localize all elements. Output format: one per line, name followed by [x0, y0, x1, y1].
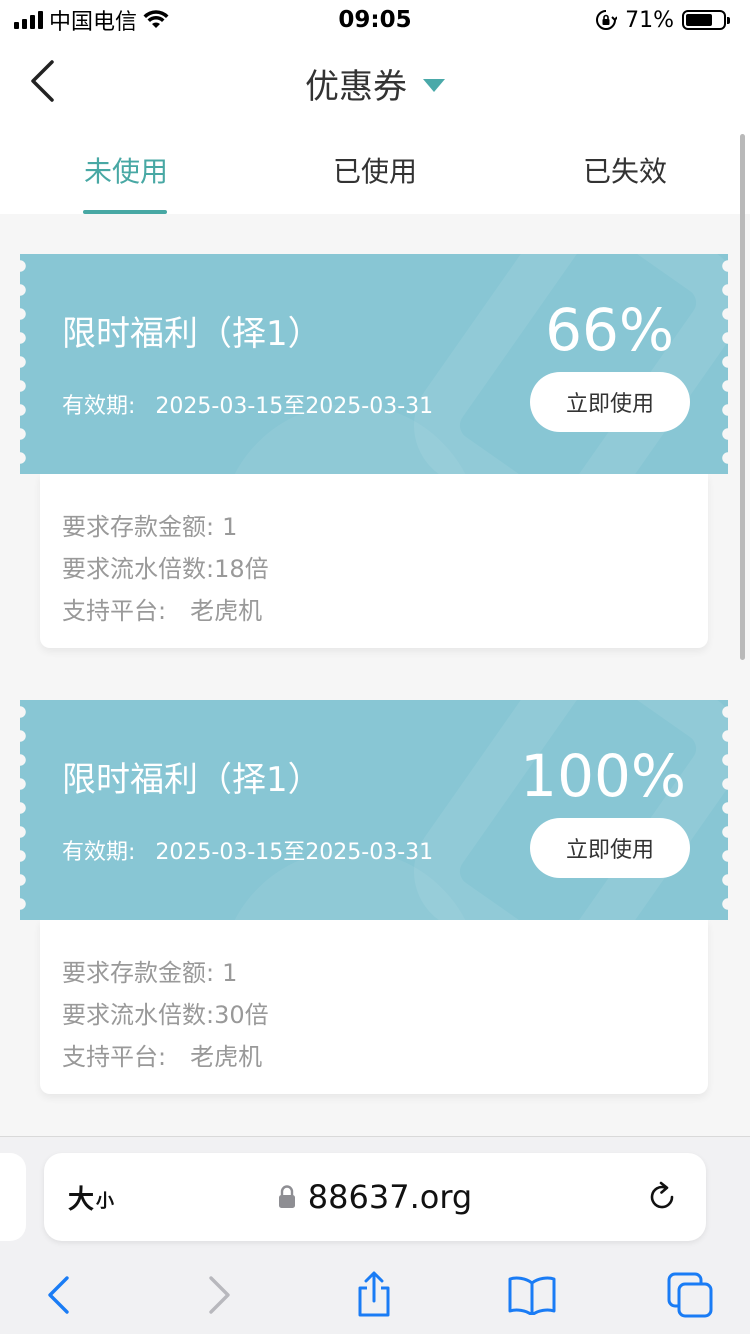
share-button[interactable] [344, 1265, 404, 1325]
battery-icon [682, 10, 730, 30]
wifi-icon [143, 10, 169, 28]
book-icon [508, 1276, 556, 1315]
turnover-value: 18倍 [214, 555, 269, 583]
lock-icon [278, 1185, 295, 1208]
coupon-ticket: 限时福利（择1） 有效期: 2025-03-15至2025-03-31 100% … [20, 700, 728, 920]
supported-platform: 支持平台: 老虎机 [62, 1036, 686, 1078]
coupon-status-tabs: 未使用 已使用 已失效 [0, 126, 750, 214]
use-now-button[interactable]: 立即使用 [530, 372, 690, 432]
platform-label: 支持平台: [62, 1043, 167, 1071]
platform-value: 老虎机 [190, 597, 263, 625]
tabs-icon [667, 1272, 713, 1318]
reload-icon[interactable] [644, 1179, 680, 1215]
coupon-title: 限时福利（择1） [62, 314, 322, 354]
active-tab-indicator [83, 210, 167, 214]
previous-tab-peek[interactable] [0, 1153, 26, 1241]
supported-platform: 支持平台: 老虎机 [62, 590, 686, 632]
deposit-label: 要求存款金额: [62, 513, 215, 541]
turnover-value: 30倍 [214, 1001, 269, 1029]
platform-value: 老虎机 [190, 1043, 263, 1071]
coupon-requirements: 要求存款金额: 1 要求流水倍数:30倍 支持平台: 老虎机 [40, 920, 708, 1094]
tab-label: 已使用 [332, 155, 417, 188]
validity-dates: 2025-03-15至2025-03-31 [155, 840, 434, 865]
validity-dates: 2025-03-15至2025-03-31 [155, 394, 434, 419]
platform-label: 支持平台: [62, 597, 167, 625]
battery-percent: 71% [625, 7, 674, 33]
url-text: 88637.org [307, 1178, 473, 1216]
turnover-requirement: 要求流水倍数:18倍 [62, 548, 686, 590]
back-nav-button[interactable] [28, 1265, 88, 1325]
orientation-lock-icon [596, 10, 618, 30]
tabs-button[interactable] [660, 1265, 720, 1325]
carrier-name: 中国电信 [49, 10, 138, 35]
share-icon [358, 1271, 390, 1317]
coupon-validity: 有效期: 2025-03-15至2025-03-31 [62, 834, 433, 866]
tab-label: 已失效 [582, 155, 667, 188]
forward-nav-button[interactable] [190, 1265, 250, 1325]
coupon-percent: 100% [520, 742, 686, 810]
clock: 09:05 [338, 7, 412, 33]
chevron-left-icon [48, 1276, 69, 1314]
tab-label: 未使用 [84, 155, 169, 188]
browser-bottom-bar: 大小 88637.org [0, 1136, 750, 1334]
deposit-value: 1 [222, 959, 238, 987]
deposit-value: 1 [222, 513, 238, 541]
deposit-requirement: 要求存款金额: 1 [62, 952, 686, 994]
tab-expired[interactable]: 已失效 [500, 126, 750, 214]
deposit-label: 要求存款金额: [62, 959, 215, 987]
page-title: 优惠券 [305, 66, 407, 107]
deposit-requirement: 要求存款金额: 1 [62, 506, 686, 548]
use-now-button[interactable]: 立即使用 [530, 818, 690, 878]
turnover-label: 要求流水倍数: [62, 555, 215, 583]
turnover-label: 要求流水倍数: [62, 1001, 215, 1029]
browser-toolbar [0, 1265, 750, 1325]
tab-unused[interactable]: 未使用 [0, 126, 250, 214]
scrollbar[interactable] [740, 134, 745, 660]
coupon-requirements: 要求存款金额: 1 要求流水倍数:18倍 支持平台: 老虎机 [40, 474, 708, 648]
chevron-right-icon [209, 1276, 230, 1314]
dropdown-triangle-icon [423, 78, 445, 92]
coupon-validity: 有效期: 2025-03-15至2025-03-31 [62, 388, 433, 420]
coupon-type-selector[interactable]: 优惠券 [0, 40, 750, 126]
coupon-ticket: 限时福利（择1） 有效期: 2025-03-15至2025-03-31 66% 立… [20, 254, 728, 474]
validity-label: 有效期: [62, 840, 136, 865]
coupon-title: 限时福利（择1） [62, 760, 322, 800]
coupon-card: 限时福利（择1） 有效期: 2025-03-15至2025-03-31 66% 立… [20, 254, 728, 648]
turnover-requirement: 要求流水倍数:30倍 [62, 994, 686, 1036]
bookmarks-button[interactable] [502, 1265, 562, 1325]
address-bar[interactable]: 大小 88637.org [44, 1153, 706, 1241]
coupon-percent: 66% [545, 296, 674, 364]
validity-label: 有效期: [62, 394, 136, 419]
coupon-card: 限时福利（择1） 有效期: 2025-03-15至2025-03-31 100% … [20, 700, 728, 1094]
tab-used[interactable]: 已使用 [250, 126, 500, 214]
url-display[interactable]: 88637.org [44, 1153, 706, 1241]
status-bar: 中国电信 09:05 71% [0, 0, 750, 40]
nav-bar: 优惠券 [0, 40, 750, 126]
battery-level-fill [686, 14, 712, 26]
cellular-signal-icon [14, 11, 43, 29]
